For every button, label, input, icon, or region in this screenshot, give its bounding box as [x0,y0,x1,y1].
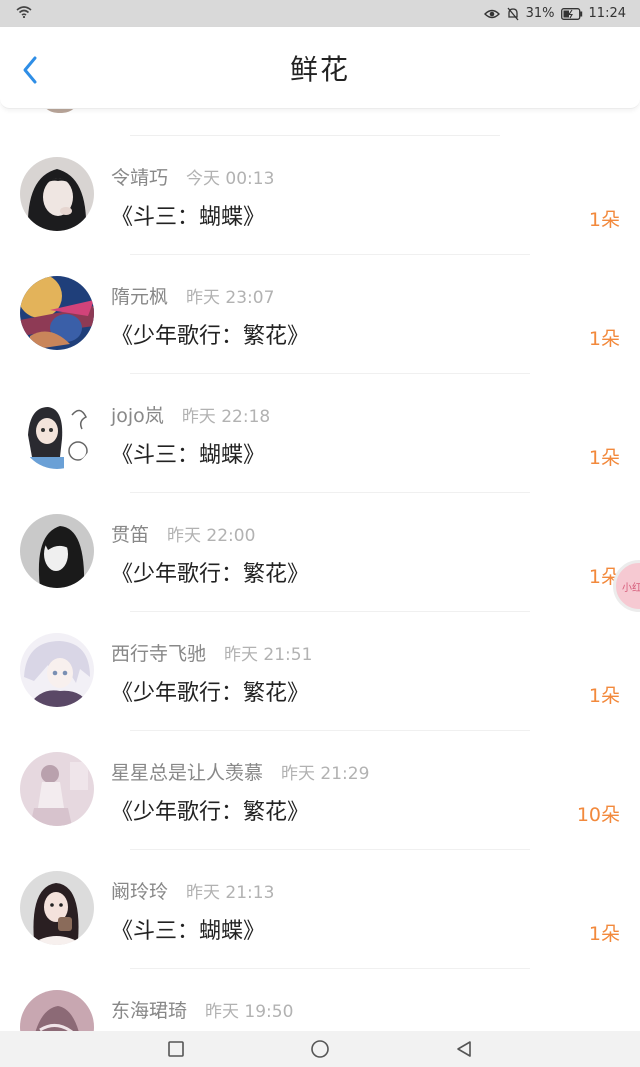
timestamp: 昨天 21:13 [186,883,275,903]
gift-title: 《少年歌行：繁花》 [111,681,310,706]
page-title: 鲜花 [289,52,350,86]
recent-apps-button[interactable] [164,1037,188,1061]
user-name[interactable]: jojo岚 [111,401,164,428]
battery-percent: 31% [525,6,555,21]
avatar[interactable] [20,157,94,231]
list-item[interactable]: 隋元枫 昨天 23:07 《少年歌行：繁花》 1朵 [0,255,640,374]
back-button[interactable] [18,55,48,85]
home-button[interactable] [308,1037,332,1061]
list-item[interactable]: jojo岚 昨天 22:18 《斗三：蝴蝶》 1朵 [0,374,640,493]
gift-title: 《斗三：蝴蝶》 [111,443,266,468]
avatar[interactable] [20,633,94,707]
system-back-button[interactable] [452,1037,476,1061]
timestamp: 昨天 22:18 [181,407,271,427]
header: 鲜花 [0,27,640,109]
avatar [40,109,80,113]
list-item[interactable]: 西行寺飞驰 昨天 21:51 《少年歌行：繁花》 1朵 [0,612,640,731]
avatar[interactable] [20,276,94,350]
circle-icon [311,1040,329,1058]
timestamp: 昨天 22:00 [167,526,256,546]
gift-title: 《斗三：蝴蝶》 [111,205,266,230]
eye-icon [483,8,500,20]
gift-title: 《斗三：蝴蝶》 [111,919,266,944]
avatar[interactable] [20,990,94,1031]
mute-bell-icon [506,7,520,21]
gift-title: 《少年歌行：繁花》 [111,800,310,825]
avatar[interactable] [20,752,94,826]
list-item[interactable]: 东海珺琦 昨天 19:50 [0,969,640,1031]
timestamp: 昨天 19:50 [205,1002,294,1022]
user-name[interactable]: 阚玲玲 [111,877,168,904]
user-name[interactable]: 隋元枫 [111,282,168,309]
avatar[interactable] [20,871,94,945]
list-item[interactable]: 贯笛 昨天 22:00 《少年歌行：繁花》 1朵 [0,493,640,612]
user-name[interactable]: 贯笛 [111,520,149,547]
list-item[interactable]: 星星总是让人羡慕 昨天 21:29 《少年歌行：繁花》 10朵 [0,731,640,850]
square-icon [168,1041,184,1057]
user-name[interactable]: 西行寺飞驰 [111,639,206,666]
gift-title: 《少年歌行：繁花》 [111,562,310,587]
timestamp: 今天 00:13 [186,169,275,189]
system-nav-bar [0,1031,640,1067]
triangle-back-icon [457,1041,471,1057]
flower-count: 10朵 [576,804,620,826]
user-name[interactable]: 星星总是让人羡慕 [111,758,263,785]
clock: 11:24 [588,6,626,21]
chevron-left-icon [23,56,37,84]
flower-count: 1朵 [588,923,620,945]
flower-count: 1朵 [588,447,620,469]
flower-count: 1朵 [588,685,620,707]
list-item[interactable]: 阚玲玲 昨天 21:13 《斗三：蝴蝶》 1朵 [0,850,640,969]
user-name[interactable]: 令靖巧 [111,163,168,190]
timestamp: 昨天 21:29 [281,764,370,784]
battery-icon [560,7,583,20]
list-item[interactable]: 令靖巧 今天 00:13 《斗三：蝴蝶》 1朵 [0,136,640,255]
flower-count: 1朵 [588,328,620,350]
user-name[interactable]: 东海珺琦 [111,996,187,1023]
gift-title: 《少年歌行：繁花》 [111,324,310,349]
floating-widget-label: 小红 [622,582,640,594]
timestamp: 昨天 23:07 [186,288,275,308]
timestamp: 昨天 21:51 [224,645,313,665]
status-bar: 31% 11:24 [0,0,640,27]
avatar[interactable] [20,514,94,588]
wifi-icon [16,5,32,22]
avatar[interactable] [20,395,94,469]
flower-count: 1朵 [588,209,620,231]
flower-record-list[interactable]: 令靖巧 今天 00:13 《斗三：蝴蝶》 1朵 隋元枫 昨天 23:07 《少年… [0,109,640,1031]
